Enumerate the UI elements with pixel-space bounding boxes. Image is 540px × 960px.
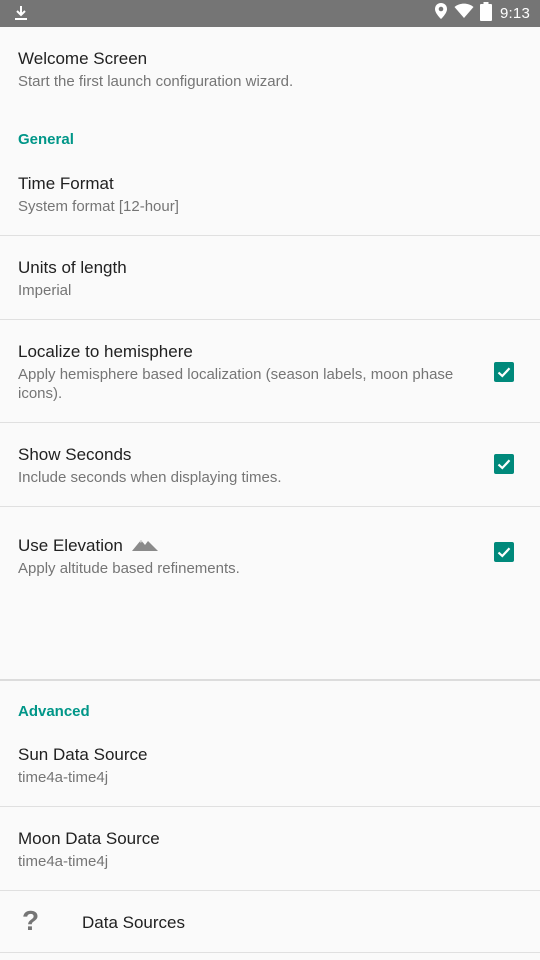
pref-localize-hemisphere[interactable]: Localize to hemisphere Apply hemisphere …	[0, 320, 540, 422]
pref-summary: time4a-time4j	[18, 853, 109, 870]
status-icons: 9:13	[434, 0, 530, 27]
pref-data-sources[interactable]: ? Data Sources	[0, 891, 540, 952]
pref-time-format[interactable]: Time Format System format [12-hour]	[0, 152, 540, 235]
pref-title: Units of length	[18, 258, 127, 277]
pref-use-elevation[interactable]: Use Elevation Apply altitude based refin…	[0, 507, 540, 627]
pref-summary: time4a-time4j	[18, 769, 109, 786]
show-seconds-checkbox[interactable]	[494, 454, 514, 474]
pref-welcome-screen[interactable]: Welcome Screen Start the first launch co…	[0, 27, 540, 107]
pref-title: Data Sources	[82, 913, 185, 932]
battery-icon	[480, 1, 492, 26]
pref-title: Sun Data Source	[18, 745, 148, 764]
pref-moon-data-source[interactable]: Moon Data Source time4a-time4j	[0, 807, 540, 890]
pref-summary: Apply altitude based refinements.	[18, 560, 240, 577]
hemisphere-checkbox[interactable]	[494, 362, 514, 382]
check-icon	[497, 459, 511, 470]
pref-title: Welcome Screen	[18, 49, 148, 68]
wifi-icon	[454, 3, 474, 24]
pref-units-of-length[interactable]: Units of length Imperial	[0, 236, 540, 319]
check-icon	[497, 367, 511, 378]
status-time: 9:13	[500, 5, 530, 22]
status-bar: 9:13	[0, 0, 540, 27]
category-general: General	[18, 131, 74, 148]
location-icon	[434, 2, 448, 25]
pref-title: Time Format	[18, 174, 114, 193]
pref-summary: Start the first launch configuration wiz…	[18, 73, 294, 90]
divider	[0, 952, 540, 953]
pref-title: Moon Data Source	[18, 829, 160, 848]
settings-list[interactable]: Welcome Screen Start the first launch co…	[0, 27, 540, 960]
category-advanced: Advanced	[18, 703, 90, 720]
pref-summary: Apply hemisphere based localization (sea…	[18, 366, 454, 402]
pref-title: Show Seconds	[18, 445, 132, 464]
pref-summary: Include seconds when displaying times.	[18, 469, 282, 486]
pref-title-row: Use Elevation	[18, 536, 158, 557]
pref-sun-data-source[interactable]: Sun Data Source time4a-time4j	[0, 723, 540, 806]
use-elevation-checkbox[interactable]	[494, 542, 514, 562]
section-divider	[0, 679, 540, 681]
check-icon	[497, 547, 511, 558]
download-icon	[12, 4, 30, 22]
pref-summary: Imperial	[18, 282, 72, 299]
mountain-icon	[131, 536, 158, 557]
pref-show-seconds[interactable]: Show Seconds Include seconds when displa…	[0, 423, 540, 506]
pref-title: Localize to hemisphere	[18, 342, 193, 361]
pref-summary: System format [12-hour]	[18, 198, 179, 215]
help-icon: ?	[22, 905, 40, 936]
pref-title: Use Elevation	[18, 536, 123, 555]
